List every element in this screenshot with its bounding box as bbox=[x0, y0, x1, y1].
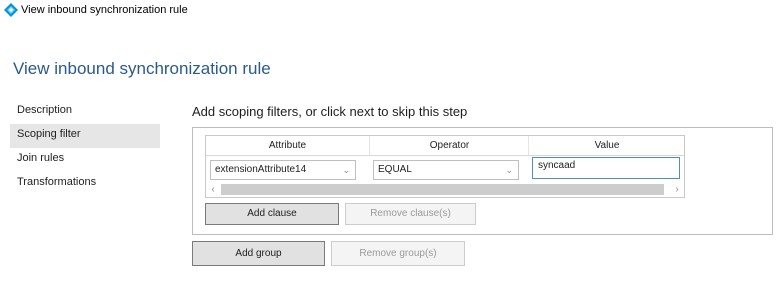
add-clause-button[interactable]: Add clause bbox=[205, 203, 339, 225]
scroll-left-icon[interactable]: ‹ bbox=[206, 182, 220, 197]
add-group-button[interactable]: Add group bbox=[192, 241, 325, 266]
step-navigation: Description Scoping filter Join rules Tr… bbox=[10, 100, 160, 196]
azure-sync-diamond-icon bbox=[4, 3, 18, 17]
grid-header: Attribute Operator Value bbox=[206, 136, 684, 156]
column-header-value: Value bbox=[528, 136, 685, 155]
title-bar: View inbound synchronization rule bbox=[0, 0, 784, 22]
remove-clause-button[interactable]: Remove clause(s) bbox=[345, 203, 476, 225]
scroll-right-icon[interactable]: › bbox=[670, 182, 684, 197]
window-title: View inbound synchronization rule bbox=[21, 4, 188, 16]
operator-dropdown-value: EQUAL bbox=[378, 164, 412, 175]
column-header-attribute: Attribute bbox=[268, 140, 307, 151]
scoping-filter-grid: Attribute Operator Value extensionAttrib… bbox=[205, 135, 685, 198]
operator-dropdown[interactable]: EQUAL ⌄ bbox=[373, 160, 519, 180]
horizontal-scrollbar[interactable]: ‹ › bbox=[206, 182, 684, 197]
scroll-thumb[interactable] bbox=[221, 184, 664, 195]
remove-group-button[interactable]: Remove group(s) bbox=[331, 241, 465, 266]
step-heading: Add scoping filters, or click next to sk… bbox=[192, 104, 468, 119]
nav-item-join-rules[interactable]: Join rules bbox=[10, 148, 160, 172]
column-header-operator: Operator bbox=[369, 136, 529, 155]
attribute-dropdown[interactable]: extensionAttribute14 ⌄ bbox=[210, 160, 356, 180]
nav-item-description[interactable]: Description bbox=[10, 100, 160, 124]
nav-item-scoping-filter[interactable]: Scoping filter bbox=[10, 124, 160, 148]
chevron-down-icon: ⌄ bbox=[505, 165, 513, 175]
value-field[interactable]: syncaad bbox=[532, 157, 680, 179]
page-title: View inbound synchronization rule bbox=[13, 59, 271, 78]
chevron-down-icon: ⌄ bbox=[342, 165, 350, 175]
attribute-dropdown-value: extensionAttribute14 bbox=[215, 164, 307, 175]
nav-item-transformations[interactable]: Transformations bbox=[10, 172, 160, 196]
